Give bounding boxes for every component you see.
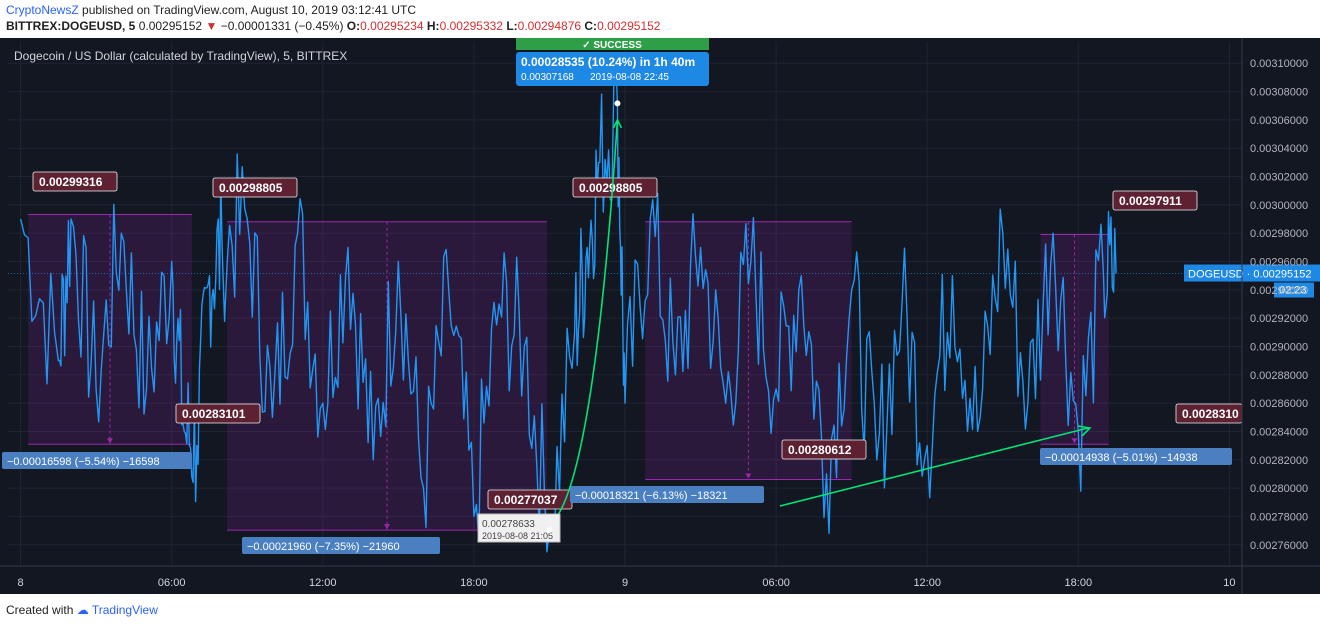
entry-price-text: 0.00278633 — [482, 519, 535, 530]
price-change: −0.00001331 (−0.45%) — [220, 19, 344, 33]
x-tick-label: 9 — [622, 577, 628, 589]
entry-time-text: 2019-08-08 21:05 — [482, 531, 553, 541]
last-price-tag-text: DOGEUSD · 0.00295152 — [1188, 269, 1312, 281]
y-tick-label: 0.00308000 — [1250, 87, 1308, 99]
price-callout-text: 0.00283101 — [182, 407, 246, 421]
target-point — [614, 100, 621, 107]
y-tick-label: 0.00310000 — [1250, 58, 1308, 70]
price-callout-text: 0.00280612 — [788, 443, 852, 457]
y-tick-label: 0.00280000 — [1250, 483, 1308, 495]
y-tick-label: 0.00292000 — [1250, 313, 1308, 325]
x-tick-label: 12:00 — [913, 577, 941, 589]
price-chart[interactable]: DOGEUSD · 0.0029515202:230.00299316 0.002… — [0, 38, 1320, 594]
price-callout-text: 0.00298805 — [579, 181, 643, 195]
y-tick-label: 0.00302000 — [1250, 172, 1308, 184]
last-price: 0.00295152 — [138, 19, 203, 33]
y-tick-label: 0.00300000 — [1250, 200, 1308, 212]
open-label: O: — [346, 19, 361, 33]
tradingview-logo[interactable]: ☁ TradingView — [77, 603, 158, 617]
range-stat-text: −0.00021960 (−7.35%) −21960 — [247, 541, 400, 553]
published-text: published on TradingView.com, August 10,… — [82, 3, 417, 17]
y-tick-label: 0.00306000 — [1250, 115, 1308, 127]
x-tick-label: 8 — [18, 577, 24, 589]
x-tick-label: 18:00 — [460, 577, 488, 589]
high-value: 0.00295332 — [439, 19, 503, 33]
x-tick-label: 18:00 — [1065, 577, 1093, 589]
close-label: C: — [584, 19, 598, 33]
footer: Created with ☁ TradingView — [6, 603, 158, 617]
y-tick-label: 0.00290000 — [1250, 341, 1308, 353]
y-tick-label: 0.00304000 — [1250, 143, 1308, 155]
open-value: 0.00295234 — [360, 19, 424, 33]
y-tick-label: 0.00276000 — [1250, 540, 1308, 552]
range-stat-text: −0.00014938 (−5.01%) −14938 — [1045, 452, 1198, 464]
y-tick-label: 0.00288000 — [1250, 370, 1308, 382]
range-stat-text: −0.00016598 (−5.54%) −16598 — [7, 456, 160, 468]
down-arrow-icon: ▼ — [205, 19, 218, 33]
target-gain-text: 0.00028535 (10.24%) in 1h 40m — [521, 55, 695, 69]
price-callout-text: 0.00298805 — [219, 181, 283, 195]
x-tick-label: 06:00 — [158, 577, 186, 589]
y-tick-label: 0.00284000 — [1250, 426, 1308, 438]
target-time-text: 2019-08-08 22:45 — [590, 72, 669, 83]
price-callout-text: 0.00277037 — [494, 493, 558, 507]
ohlc-line: BITTREX:DOGEUSD, 5 0.00295152 ▼ −0.00001… — [6, 19, 660, 33]
low-value: 0.00294876 — [517, 19, 582, 33]
low-label: L: — [506, 19, 518, 33]
y-tick-label: 0.00296000 — [1250, 257, 1308, 269]
price-callout-text: 0.00299316 — [39, 175, 103, 189]
price-callout-text: 0.00297911 — [1119, 194, 1182, 208]
success-badge-text: ✓ SUCCESS — [582, 40, 642, 51]
created-with-text: Created with — [6, 603, 74, 617]
price-callout-text: 0.0028310 — [1182, 407, 1239, 421]
y-tick-label: 0.00294000 — [1250, 285, 1308, 297]
high-label: H: — [426, 19, 440, 33]
author-link[interactable]: CryptoNewsZ — [6, 3, 79, 17]
y-tick-label: 0.00282000 — [1250, 455, 1308, 467]
tradingview-brand: TradingView — [91, 603, 158, 617]
symbol-label: BITTREX:DOGEUSD, 5 — [6, 19, 136, 33]
target-price-text: 0.00307168 — [521, 72, 574, 83]
entry-point — [546, 527, 553, 534]
y-tick-label: 0.00286000 — [1250, 398, 1308, 410]
close-value: 0.00295152 — [597, 19, 661, 33]
range-stat-text: −0.00018321 (−6.13%) −18321 — [575, 490, 728, 502]
x-tick-label: 06:00 — [762, 577, 790, 589]
publisher-line: CryptoNewsZ published on TradingView.com… — [6, 3, 416, 17]
x-tick-label: 10 — [1223, 577, 1235, 589]
y-tick-label: 0.00278000 — [1250, 511, 1308, 523]
x-tick-label: 12:00 — [309, 577, 337, 589]
y-tick-label: 0.00298000 — [1250, 228, 1308, 240]
chart-title: Dogecoin / US Dollar (calculated by Trad… — [14, 49, 347, 63]
